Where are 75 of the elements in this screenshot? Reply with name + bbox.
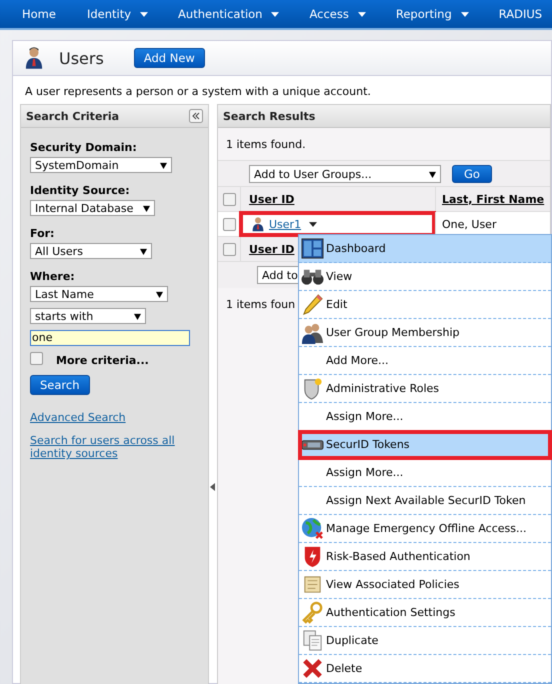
column-header[interactable]: Last, First Name [442, 192, 544, 206]
dropdown[interactable]: SystemDomain [30, 157, 172, 173]
link[interactable]: Search for users across all identity sources [30, 434, 199, 460]
caret-icon [160, 162, 167, 168]
menu-item[interactable]: View Associated Policies [299, 571, 551, 599]
search-text-field[interactable]: one [30, 330, 190, 346]
user-icon [252, 216, 264, 232]
nav-menu-item[interactable]: Identity [86, 7, 148, 21]
panel-title: Search Criteria [26, 110, 120, 122]
panel-title: Search Results [223, 110, 316, 122]
keys-icon [301, 601, 324, 624]
documents-icon [301, 629, 324, 652]
menu-item[interactable]: Authentication Settings [299, 599, 551, 627]
checkbox[interactable] [30, 352, 43, 365]
field-label: For: [30, 227, 54, 240]
menu-item[interactable]: Dashboard [299, 235, 551, 263]
menu-item[interactable]: User Group Membership [299, 319, 551, 347]
menu-item[interactable]: Assign Next Available SecurID Token [299, 487, 551, 515]
nav-menu-item[interactable]: Home [22, 7, 56, 21]
caret-icon [358, 12, 366, 16]
dashboard-icon [301, 237, 324, 260]
column-header[interactable]: User ID [249, 192, 294, 206]
caret-icon [143, 204, 150, 212]
menu-item[interactable]: Delete [299, 655, 551, 683]
menu-item[interactable]: Duplicate [299, 627, 551, 655]
select-all-checkbox[interactable] [222, 192, 236, 206]
caret-icon [140, 12, 148, 16]
field-label: Where: [30, 270, 75, 283]
caret-icon[interactable] [309, 222, 318, 226]
menu-item[interactable]: View [299, 263, 551, 291]
globe-icon [301, 517, 324, 540]
user-link[interactable]: User1 [269, 218, 302, 230]
add-new-button[interactable]: Add New [134, 48, 205, 68]
results-count: 1 items found. [225, 137, 307, 153]
delete-icon [301, 657, 324, 680]
caret-icon [429, 170, 436, 178]
caret-icon [156, 290, 163, 298]
go-button[interactable]: Go [452, 165, 492, 183]
nav-menu-item[interactable]: Authentication [178, 7, 280, 21]
splitter-arrow-icon[interactable] [210, 483, 215, 491]
column-header[interactable]: User ID [249, 242, 294, 256]
dropdown[interactable]: All Users [30, 243, 152, 259]
dropdown[interactable]: Internal Database [30, 200, 155, 216]
nav-menu-item[interactable]: Access [309, 7, 366, 21]
menu-item[interactable]: Edit [299, 291, 551, 319]
caret-icon [134, 312, 141, 320]
menu-item[interactable]: Assign More... [299, 459, 551, 487]
select-all-checkbox[interactable] [222, 242, 236, 256]
menu-item[interactable]: Add More... [299, 347, 551, 375]
nav-menu-item[interactable]: RADIUS [498, 7, 542, 21]
menu-item[interactable]: SecurID Tokens [299, 431, 551, 459]
caret-icon [271, 12, 280, 16]
nav-menu-item[interactable]: Reporting [396, 7, 469, 21]
collapse-icon[interactable] [189, 109, 203, 123]
name-cell: One, User [442, 218, 496, 230]
link[interactable]: Advanced Search [30, 411, 126, 424]
action-dropdown[interactable]: Add to User Groups... [249, 165, 441, 183]
menu-item[interactable]: Administrative Roles [299, 375, 551, 403]
menu-item[interactable]: Manage Emergency Offline Access... [299, 515, 551, 543]
results-count: 1 items foun [226, 298, 296, 311]
dropdown[interactable]: Last Name [30, 286, 168, 302]
search-button[interactable]: Search [30, 375, 90, 395]
field-label: Identity Source: [30, 184, 130, 197]
page-description: A user represents a person or a system with a unique account. [24, 84, 372, 100]
checkbox-label: More criteria... [56, 354, 149, 367]
menu-item[interactable]: Risk-Based Authentication [299, 543, 551, 571]
field-label: Security Domain: [30, 141, 137, 154]
user-icon [25, 46, 43, 70]
pencil-icon [301, 293, 324, 316]
caret-icon [140, 248, 147, 254]
caret-icon [460, 12, 469, 16]
page-title: Users [59, 48, 104, 68]
row-checkbox[interactable] [222, 218, 236, 230]
users-icon [301, 321, 324, 344]
dropdown[interactable]: starts with [30, 308, 146, 324]
